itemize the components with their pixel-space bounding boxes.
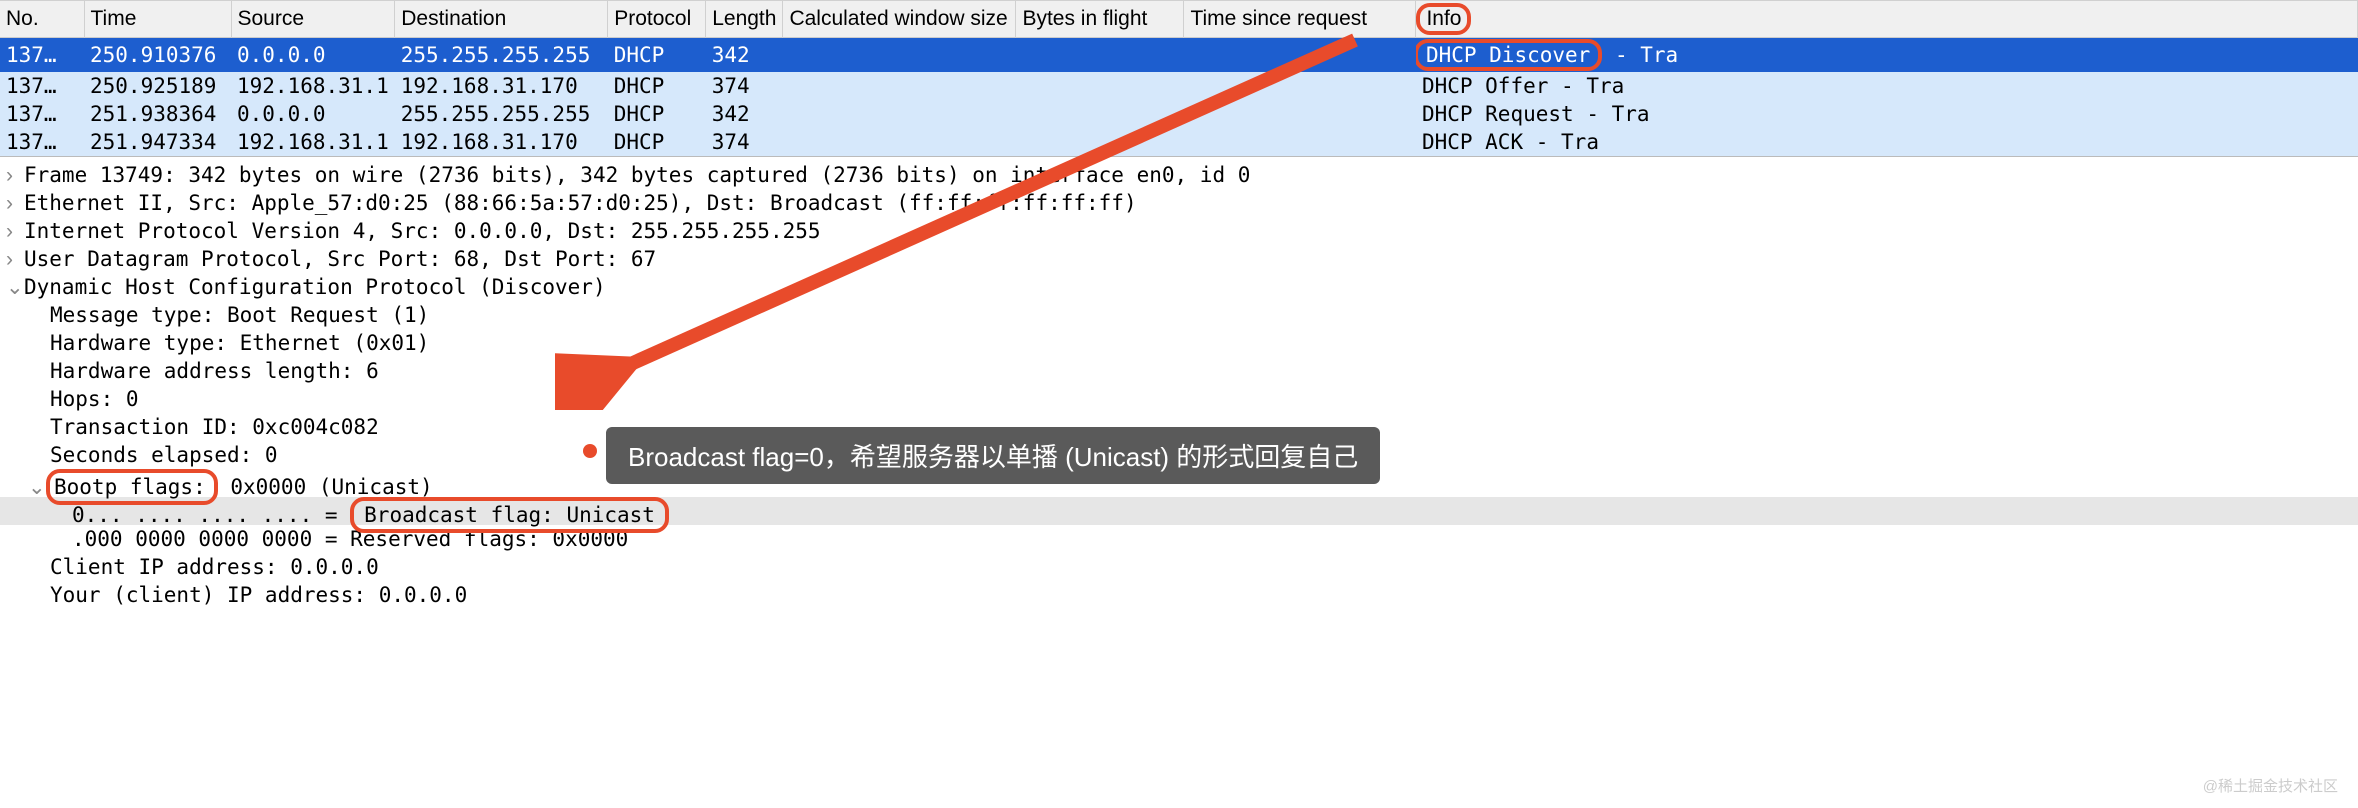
col-info[interactable]: Info: [1416, 1, 2358, 38]
info-highlight-box: DHCP Discover: [1416, 39, 1602, 71]
tree-frame[interactable]: ›Frame 13749: 342 bytes on wire (2736 bi…: [0, 161, 2358, 189]
tree-msg-type[interactable]: Message type: Boot Request (1): [0, 301, 2358, 329]
col-since[interactable]: Time since request: [1184, 1, 1416, 38]
cell-info: DHCP Discover - Tra: [1416, 38, 2358, 73]
tree-hw-type[interactable]: Hardware type: Ethernet (0x01): [0, 329, 2358, 357]
column-header-row[interactable]: No. Time Source Destination Protocol Len…: [0, 1, 2358, 38]
tree-hw-len[interactable]: Hardware address length: 6: [0, 357, 2358, 385]
chevron-right-icon: ›: [6, 162, 24, 190]
cell-bytes: [1016, 38, 1184, 73]
cell-dst: 255.255.255.255: [395, 38, 608, 73]
info-header-highlight: Info: [1416, 3, 1471, 35]
tree-yiaddr[interactable]: Your (client) IP address: 0.0.0.0: [0, 581, 2358, 609]
col-win[interactable]: Calculated window size: [783, 1, 1016, 38]
col-len[interactable]: Length: [706, 1, 783, 38]
cell-no: 137…: [0, 38, 84, 73]
tree-broadcast-flag[interactable]: 0... .... .... .... = Broadcast flag: Un…: [0, 497, 2358, 525]
packet-details-pane[interactable]: ›Frame 13749: 342 bytes on wire (2736 bi…: [0, 156, 2358, 613]
tree-dhcp[interactable]: ⌄Dynamic Host Configuration Protocol (Di…: [0, 273, 2358, 301]
annotation-tooltip: Broadcast flag=0，希望服务器以单播 (Unicast) 的形式回…: [606, 427, 1380, 484]
col-dst[interactable]: Destination: [395, 1, 608, 38]
chevron-right-icon: ›: [6, 218, 24, 246]
tree-ciaddr[interactable]: Client IP address: 0.0.0.0: [0, 553, 2358, 581]
packet-row[interactable]: 137…251.947334192.168.31.1192.168.31.170…: [0, 128, 2358, 156]
packet-row[interactable]: 137…251.9383640.0.0.0255.255.255.255DHCP…: [0, 100, 2358, 128]
broadcast-flag-highlight: Broadcast flag: Unicast: [350, 497, 669, 533]
chevron-right-icon: ›: [6, 190, 24, 218]
tree-ethernet[interactable]: ›Ethernet II, Src: Apple_57:d0:25 (88:66…: [0, 189, 2358, 217]
cell-since: [1184, 38, 1416, 73]
cell-proto: DHCP: [608, 38, 706, 73]
packet-row[interactable]: 137… 250.910376 0.0.0.0 255.255.255.255 …: [0, 38, 2358, 73]
col-proto[interactable]: Protocol: [608, 1, 706, 38]
col-no[interactable]: No.: [0, 1, 84, 38]
packet-list-table[interactable]: No. Time Source Destination Protocol Len…: [0, 0, 2358, 156]
chevron-right-icon: ›: [6, 246, 24, 274]
chevron-down-icon: ⌄: [28, 474, 46, 502]
tree-udp[interactable]: ›User Datagram Protocol, Src Port: 68, D…: [0, 245, 2358, 273]
col-src[interactable]: Source: [231, 1, 395, 38]
cell-win: [783, 38, 1016, 73]
watermark: @稀土掘金技术社区: [2203, 775, 2338, 796]
tree-ip[interactable]: ›Internet Protocol Version 4, Src: 0.0.0…: [0, 217, 2358, 245]
cell-time: 250.910376: [84, 38, 231, 73]
annotation-dot-icon: [583, 444, 597, 458]
chevron-down-icon: ⌄: [6, 274, 24, 302]
packet-row[interactable]: 137…250.925189192.168.31.1192.168.31.170…: [0, 72, 2358, 100]
cell-src: 0.0.0.0: [231, 38, 395, 73]
col-time[interactable]: Time: [84, 1, 231, 38]
tree-hops[interactable]: Hops: 0: [0, 385, 2358, 413]
col-bytes[interactable]: Bytes in flight: [1016, 1, 1184, 38]
cell-len: 342: [706, 38, 783, 73]
